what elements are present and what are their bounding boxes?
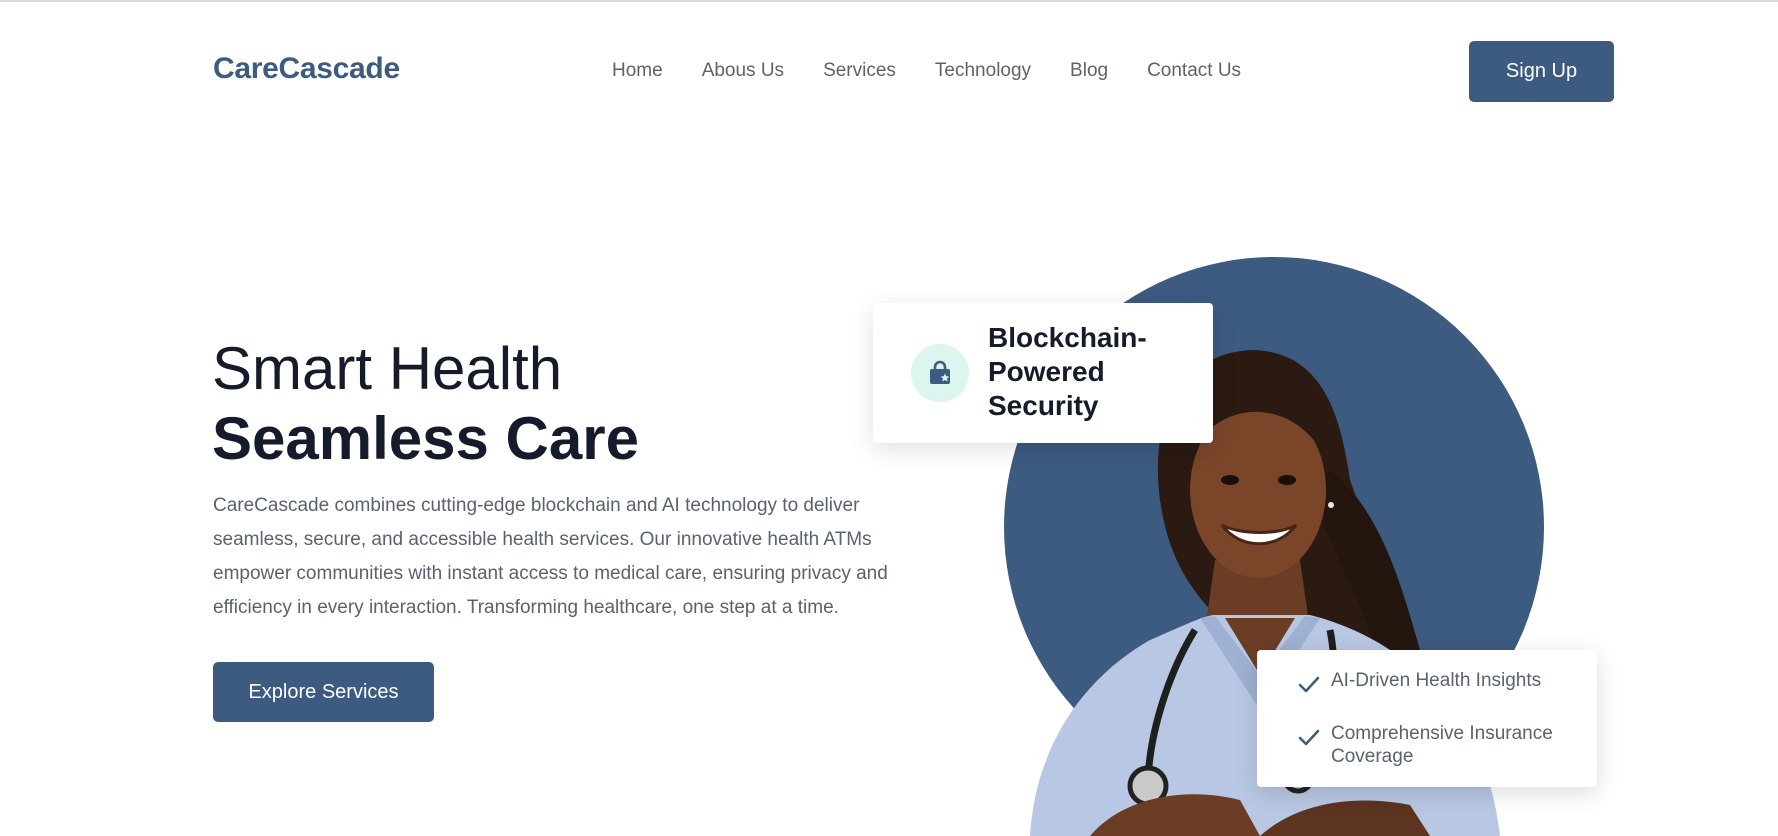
nav-link-home[interactable]: Home — [612, 60, 663, 82]
lock-star-icon — [911, 344, 969, 402]
feature-item: AI-Driven Health Insights — [1297, 669, 1581, 697]
nav-link-blog[interactable]: Blog — [1070, 60, 1108, 82]
nav-link-contact-us[interactable]: Contact Us — [1147, 60, 1241, 82]
check-icon — [1298, 676, 1320, 693]
feature-item: Comprehensive Insurance Coverage — [1297, 722, 1581, 768]
top-border — [0, 0, 1778, 2]
check-icon — [1298, 729, 1320, 746]
hero-description: CareCascade combines cutting-edge blockc… — [213, 495, 888, 618]
main-nav: Home Abous Us Services Technology Blog C… — [612, 60, 1280, 82]
explore-services-button[interactable]: Explore Services — [213, 662, 434, 722]
nav-link-technology[interactable]: Technology — [935, 60, 1031, 82]
sign-up-button[interactable]: Sign Up — [1469, 41, 1614, 102]
feature-label: AI-Driven Health Insights — [1331, 670, 1542, 691]
features-card: AI-Driven Health Insights Comprehensive … — [1257, 650, 1597, 787]
security-card: Blockchain-Powered Security — [873, 303, 1213, 443]
brand-logo[interactable]: CareCascade — [213, 52, 400, 86]
security-card-title: Blockchain-Powered Security — [988, 322, 1147, 421]
feature-label: Comprehensive Insurance Coverage — [1331, 723, 1553, 767]
hero-title-light: Smart Health — [212, 335, 563, 402]
nav-link-about-us[interactable]: Abous Us — [702, 60, 784, 82]
nav-link-services[interactable]: Services — [823, 60, 896, 82]
hero-title-bold: Seamless Care — [212, 405, 639, 472]
